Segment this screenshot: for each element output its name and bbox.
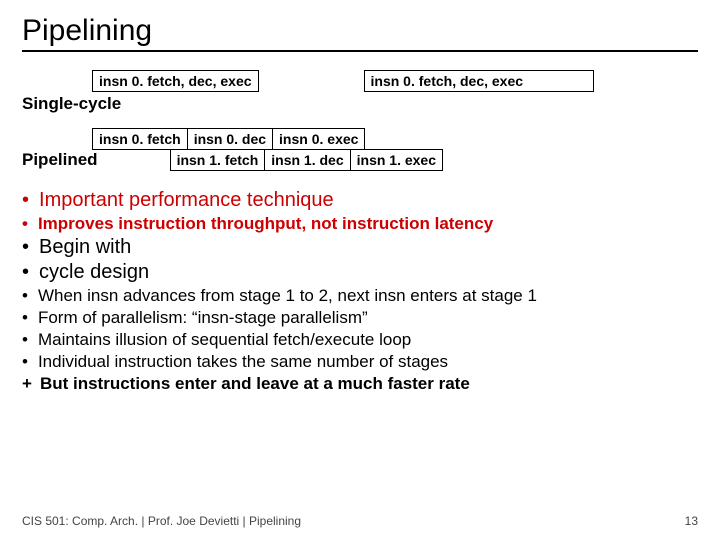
bullet-l2-4: Maintains illusion of sequential fetch/e…	[22, 330, 698, 350]
p0-exec: insn 0. exec	[272, 128, 365, 150]
single-cycle-box-2: insn 0. fetch, dec, exec	[364, 70, 595, 92]
bullet-l2-3: Form of parallelism: “insn-stage paralle…	[22, 308, 698, 328]
p1-dec: insn 1. dec	[264, 149, 350, 171]
bullet-l1-3: cycle design	[22, 261, 698, 284]
pipelined-insn1: insn 1. fetch insn 1. dec insn 1. exec	[170, 149, 443, 171]
bullet-list: Important performance technique Improves…	[22, 189, 698, 394]
slide: Pipelining insn 0. fetch, dec, exec insn…	[0, 0, 720, 540]
single-cycle-label: Single-cycle	[22, 94, 698, 114]
bullet-l2-5: Individual instruction takes the same nu…	[22, 352, 698, 372]
footer-page-number: 13	[685, 514, 698, 528]
p0-dec: insn 0. dec	[187, 128, 273, 150]
p1-exec: insn 1. exec	[350, 149, 443, 171]
p1-fetch: insn 1. fetch	[170, 149, 266, 171]
single-cycle-box-1: insn 0. fetch, dec, exec	[92, 70, 259, 92]
single-cycle-row: insn 0. fetch, dec, exec insn 0. fetch, …	[22, 70, 698, 92]
bullet-l1-2: Begin with	[22, 236, 698, 259]
footer-left: CIS 501: Comp. Arch. | Prof. Joe Deviett…	[22, 514, 301, 528]
bullet-l2-2: When insn advances from stage 1 to 2, ne…	[22, 286, 698, 306]
pipelined-insn0: insn 0. fetch insn 0. dec insn 0. exec	[92, 128, 443, 150]
pipelined-label: Pipelined	[22, 150, 98, 170]
pipelined-row: insn 0. fetch insn 0. dec insn 0. exec P…	[22, 128, 698, 171]
bullet-l2-1: Improves instruction throughput, not ins…	[22, 214, 698, 234]
timing-diagram: insn 0. fetch, dec, exec insn 0. fetch, …	[22, 70, 698, 171]
footer: CIS 501: Comp. Arch. | Prof. Joe Deviett…	[22, 514, 698, 528]
bullet-l1-1: Important performance technique	[22, 189, 698, 212]
bullet-l2-6: But instructions enter and leave at a mu…	[22, 374, 698, 394]
slide-title: Pipelining	[22, 14, 698, 52]
p0-fetch: insn 0. fetch	[92, 128, 188, 150]
